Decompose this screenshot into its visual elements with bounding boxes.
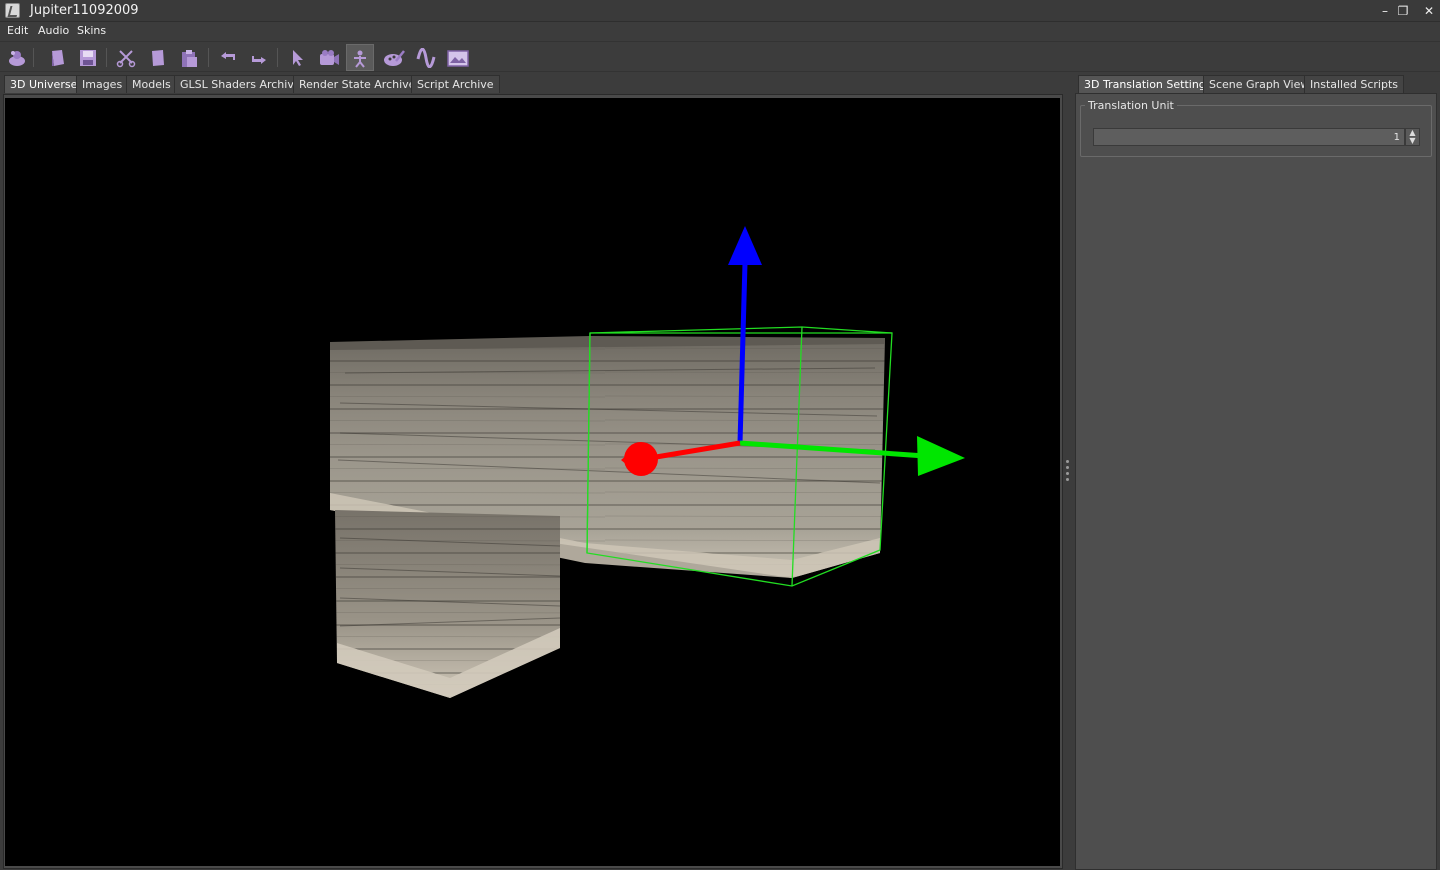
redo-icon — [252, 55, 266, 64]
image-button[interactable] — [444, 44, 472, 71]
toolbar-separator — [277, 48, 278, 67]
menu-edit[interactable]: Edit — [7, 24, 28, 37]
paste-button[interactable] — [175, 44, 203, 71]
close-button[interactable]: ✕ — [1421, 3, 1437, 19]
translation-unit-stepper[interactable]: ▲ ▼ — [1405, 128, 1420, 146]
splitter-grip — [1066, 472, 1069, 475]
translation-unit-input[interactable] — [1093, 128, 1405, 146]
menu-bar: Edit Audio Skins — [0, 22, 1440, 40]
tab-images[interactable]: Images — [76, 75, 129, 93]
copy-button[interactable] — [144, 44, 172, 71]
tab-glsl-shaders-archive[interactable]: GLSL Shaders Archive — [174, 75, 307, 93]
maximize-button[interactable]: ❐ — [1395, 3, 1411, 19]
sound-wave-icon — [416, 47, 436, 68]
redo-button[interactable] — [245, 44, 273, 71]
splitter-grip — [1066, 478, 1069, 481]
toolbar-separator — [106, 48, 107, 67]
translate-tool-icon — [354, 50, 366, 68]
toolbar-separator — [33, 48, 34, 67]
splitter-grip — [1066, 466, 1069, 469]
menu-audio[interactable]: Audio — [38, 24, 69, 37]
undo-button[interactable] — [214, 44, 242, 71]
app-icon — [5, 3, 20, 18]
tab-models[interactable]: Models — [126, 75, 177, 93]
splitter-grip — [1066, 460, 1069, 463]
translation-settings-panel — [1075, 93, 1437, 870]
audio-button[interactable] — [412, 44, 440, 71]
select-button[interactable] — [283, 44, 311, 71]
image-icon — [447, 49, 469, 67]
tab-3d-universe[interactable]: 3D Universe — [4, 75, 84, 93]
scene-canvas[interactable] — [5, 98, 1060, 866]
tab-render-state-archive[interactable]: Render State Archive — [293, 75, 422, 93]
open-button[interactable] — [44, 44, 72, 71]
save-icon — [80, 49, 96, 66]
camera-icon — [320, 49, 339, 65]
camera-button[interactable] — [315, 44, 343, 71]
copy-icon — [152, 49, 164, 66]
save-button[interactable] — [74, 44, 102, 71]
toolbar-separator — [208, 48, 209, 67]
z-axis-arrow[interactable] — [728, 226, 762, 265]
y-axis-arrow[interactable] — [917, 436, 965, 476]
minimize-button[interactable]: – — [1377, 3, 1393, 19]
translate-tool-button[interactable] — [346, 44, 374, 71]
cut-icon — [116, 49, 136, 67]
cut-button[interactable] — [112, 44, 140, 71]
tab-3d-translation-settings[interactable]: 3D Translation Settings — [1078, 75, 1218, 93]
wooden-block-mesh[interactable] — [330, 336, 885, 698]
new-object-button[interactable] — [3, 44, 31, 71]
window-title: Jupiter11092009 — [30, 3, 139, 18]
new-object-icon — [9, 50, 25, 66]
menu-skins[interactable]: Skins — [77, 24, 106, 37]
translation-unit-label: Translation Unit — [1085, 99, 1177, 112]
spin-down-icon[interactable]: ▼ — [1406, 137, 1419, 145]
tab-installed-scripts[interactable]: Installed Scripts — [1304, 75, 1404, 93]
select-pointer-icon — [293, 49, 303, 66]
paste-icon — [182, 49, 197, 67]
title-bar: Jupiter11092009 – ❐ ✕ — [0, 0, 1440, 22]
tab-scene-graph-view[interactable]: Scene Graph View — [1203, 75, 1316, 93]
3d-viewport[interactable] — [5, 98, 1060, 866]
open-book-icon — [52, 49, 64, 66]
paint-palette-icon — [384, 49, 405, 66]
undo-icon — [221, 51, 235, 60]
tab-script-archive[interactable]: Script Archive — [411, 75, 500, 93]
material-button[interactable] — [380, 44, 408, 71]
panel-splitter[interactable] — [1063, 94, 1073, 870]
toolbar — [0, 41, 1440, 72]
